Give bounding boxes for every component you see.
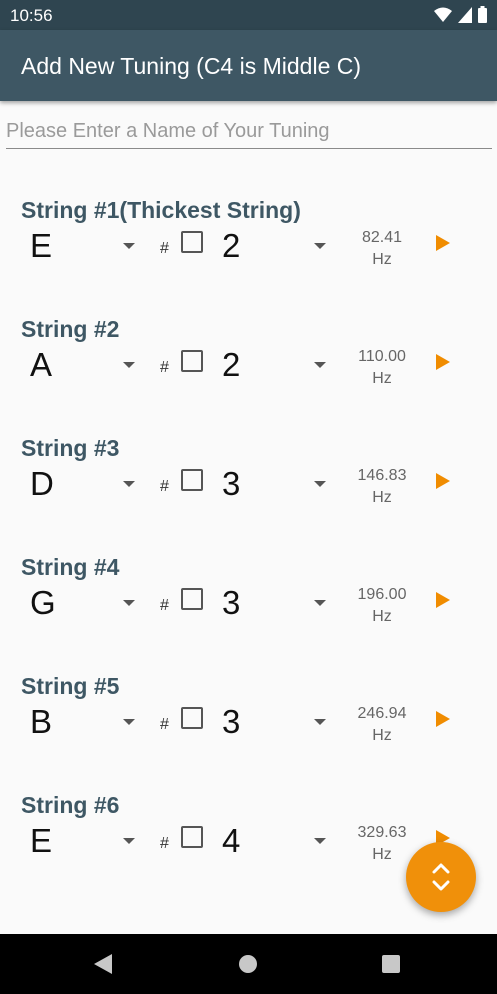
sharp-label: # — [160, 597, 169, 614]
frequency-value: 146.83 — [357, 467, 407, 484]
octave-select[interactable]: 3 — [216, 580, 332, 624]
frequency-unit: Hz — [372, 727, 392, 744]
page-title: Add New Tuning (C4 is Middle C) — [21, 53, 362, 79]
note-value: E — [30, 227, 53, 264]
status-bar: 10:56 — [0, 0, 497, 30]
sharp-label: # — [160, 716, 169, 733]
signal-icon — [458, 6, 472, 23]
octave-select[interactable]: 3 — [216, 461, 332, 505]
play-icon[interactable] — [436, 592, 450, 608]
octave-value: 3 — [222, 703, 241, 740]
string-title: String #6 — [21, 792, 120, 818]
frequency-readout: 246.94 Hz — [345, 703, 419, 747]
play-icon[interactable] — [436, 235, 450, 251]
sharp-checkbox[interactable] — [181, 707, 203, 729]
string-title: String #3 — [21, 435, 120, 461]
dropdown-arrow-icon — [123, 600, 135, 606]
system-nav-bar — [0, 934, 497, 994]
octave-select[interactable]: 3 — [216, 699, 332, 743]
octave-select[interactable]: 2 — [216, 342, 332, 386]
frequency-unit: Hz — [372, 251, 392, 268]
sharp-checkbox[interactable] — [181, 826, 203, 848]
dropdown-arrow-icon — [314, 481, 326, 487]
dropdown-arrow-icon — [123, 838, 135, 844]
note-select[interactable]: A — [20, 342, 140, 386]
note-value: A — [30, 346, 53, 383]
frequency-value: 110.00 — [358, 348, 406, 365]
frequency-readout: 146.83 Hz — [345, 465, 419, 509]
dropdown-arrow-icon — [314, 719, 326, 725]
frequency-readout: 196.00 Hz — [345, 584, 419, 628]
sharp-checkbox[interactable] — [181, 350, 203, 372]
sharp-label: # — [160, 835, 169, 852]
frequency-readout: 82.41 Hz — [345, 227, 419, 271]
note-select[interactable]: E — [20, 818, 140, 862]
battery-icon — [478, 6, 487, 23]
frequency-value: 196.00 — [357, 586, 407, 603]
tuning-name-input[interactable] — [6, 114, 492, 149]
dropdown-arrow-icon — [314, 362, 326, 368]
dropdown-arrow-icon — [123, 243, 135, 249]
expand-collapse-icon — [432, 863, 450, 891]
frequency-unit: Hz — [372, 489, 392, 506]
note-select[interactable]: G — [20, 580, 140, 624]
dropdown-arrow-icon — [123, 719, 135, 725]
sharp-checkbox[interactable] — [181, 588, 203, 610]
note-value: G — [30, 584, 56, 621]
octave-value: 4 — [222, 822, 241, 859]
app-bar: Add New Tuning (C4 is Middle C) — [0, 30, 497, 101]
sharp-checkbox[interactable] — [181, 231, 203, 253]
octave-select[interactable]: 4 — [216, 818, 332, 862]
note-value: B — [30, 703, 53, 740]
play-icon[interactable] — [436, 473, 450, 489]
dropdown-arrow-icon — [314, 838, 326, 844]
sharp-label: # — [160, 359, 169, 376]
note-value: E — [30, 822, 53, 859]
frequency-unit: Hz — [372, 608, 392, 625]
string-title: String #1(Thickest String) — [21, 197, 301, 223]
note-value: D — [30, 465, 54, 502]
nav-home-icon[interactable] — [239, 955, 257, 973]
string-title: String #2 — [21, 316, 120, 342]
dropdown-arrow-icon — [314, 600, 326, 606]
frequency-value: 329.63 — [357, 824, 407, 841]
sharp-label: # — [160, 240, 169, 257]
note-select[interactable]: D — [20, 461, 140, 505]
expand-collapse-button[interactable] — [406, 842, 476, 912]
dropdown-arrow-icon — [314, 243, 326, 249]
octave-value: 2 — [222, 346, 241, 383]
dropdown-arrow-icon — [123, 362, 135, 368]
string-row: String #2 A #2 110.00 Hz — [0, 316, 497, 436]
octave-value: 3 — [222, 584, 241, 621]
wifi-icon — [434, 7, 452, 22]
octave-value: 3 — [222, 465, 241, 502]
frequency-unit: Hz — [372, 370, 392, 387]
sharp-label: # — [160, 478, 169, 495]
string-row: String #1(Thickest String) E #2 82.41 Hz — [0, 197, 497, 317]
play-icon[interactable] — [436, 354, 450, 370]
frequency-readout: 329.63 Hz — [345, 822, 419, 866]
string-row: String #5 B #3 246.94 Hz — [0, 673, 497, 793]
octave-value: 2 — [222, 227, 241, 264]
string-title: String #5 — [21, 673, 120, 699]
sharp-checkbox[interactable] — [181, 469, 203, 491]
string-title: String #4 — [21, 554, 120, 580]
nav-recents-icon[interactable] — [382, 955, 400, 973]
frequency-value: 82.41 — [361, 229, 403, 246]
status-icons — [434, 6, 487, 23]
nav-back-icon[interactable] — [94, 954, 112, 974]
string-row: String #4 G #3 196.00 Hz — [0, 554, 497, 674]
note-select[interactable]: B — [20, 699, 140, 743]
dropdown-arrow-icon — [123, 481, 135, 487]
frequency-value: 246.94 — [357, 705, 407, 722]
string-row: String #3 D #3 146.83 Hz — [0, 435, 497, 555]
status-time: 10:56 — [10, 6, 53, 25]
frequency-readout: 110.00 Hz — [345, 346, 419, 390]
octave-select[interactable]: 2 — [216, 223, 332, 267]
note-select[interactable]: E — [20, 223, 140, 267]
play-icon[interactable] — [436, 711, 450, 727]
